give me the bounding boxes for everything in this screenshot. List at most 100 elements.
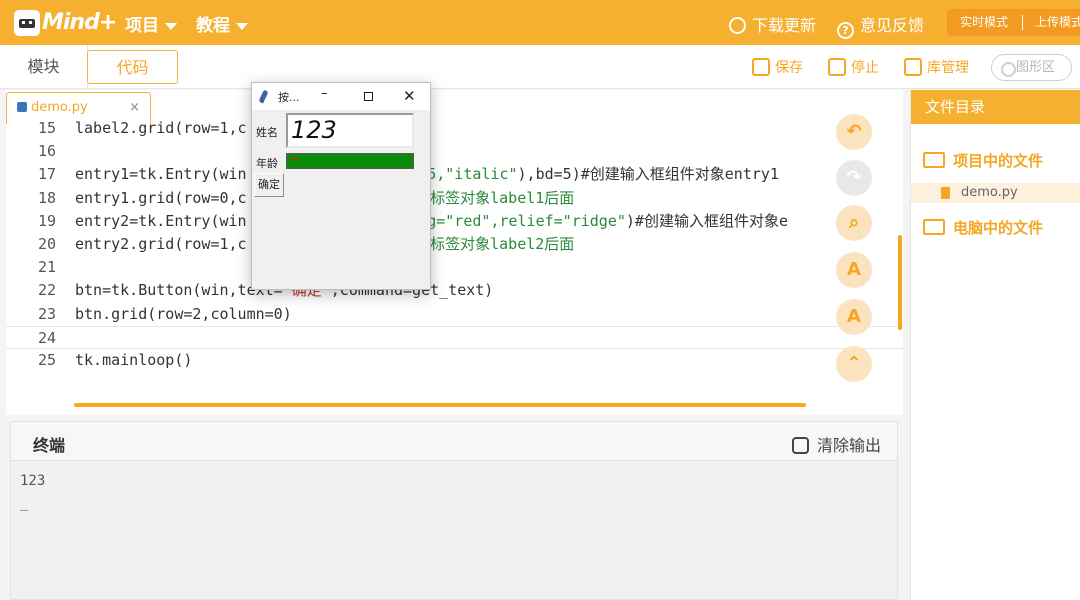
code-token: btn.grid(row=2,column=0) <box>75 304 292 323</box>
broom-icon <box>791 437 809 454</box>
tk-feather-icon <box>258 89 269 104</box>
code-token: ),bd=5)#创建输入框组件对象entry1 <box>517 165 779 184</box>
stop-label: 停止 <box>851 60 879 76</box>
tk-label-name: 姓名 <box>256 126 278 139</box>
clock-icon <box>729 17 746 34</box>
folder-icon <box>923 152 945 168</box>
caret-down-icon <box>236 22 248 30</box>
library-label: 库管理 <box>927 60 969 76</box>
sidebar-file-item[interactable]: demo.py <box>911 183 1080 203</box>
line-content: btn.grid(row=2,column=0) <box>75 303 292 326</box>
code-token: ",fg="red",relief="ridge" <box>400 211 626 230</box>
terminal-header: 终端 清除输出 <box>11 422 897 461</box>
line-number: 17 <box>37 165 56 184</box>
sidebar-title: 文件目录 <box>911 90 1080 124</box>
download-update-link[interactable]: 下载更新 <box>729 12 816 36</box>
mode-divider <box>1022 15 1023 30</box>
tk-confirm-button[interactable]: 确定 <box>254 173 284 197</box>
code-line[interactable]: 23 btn.grid(row=2,column=0) <box>6 303 903 326</box>
code-line[interactable]: 17 entry1=tk.Entry(win ",25,"italic"),bd=… <box>6 163 903 186</box>
tk-window[interactable]: 按... – ✕ 姓名 123 年龄 ** 确定 <box>251 82 431 290</box>
minimize-icon[interactable]: – <box>321 86 328 101</box>
file-sidebar: 文件目录 项目中的文件 demo.py 电脑中的文件 <box>910 90 1080 600</box>
code-token: label2.grid(row=1,c <box>75 119 247 137</box>
search-button[interactable]: ⌕ <box>836 205 872 241</box>
line-number: 22 <box>37 281 56 300</box>
font-decrease-button[interactable]: A <box>836 299 872 335</box>
app-logo[interactable]: Mind+ <box>14 6 117 40</box>
code-line[interactable]: 15 label2.grid(row=1,c <box>6 117 903 140</box>
tk-age-entry[interactable]: ** <box>286 153 414 169</box>
code-token: entry2.grid(row=1,c <box>75 234 247 253</box>
maximize-icon[interactable] <box>364 92 373 101</box>
line-content: entry2=tk.Entry(win ",fg="red",relief="r… <box>75 210 860 233</box>
graph-area-label: 图形区 <box>1016 60 1056 75</box>
code-lines: 15 label2.grid(row=1,c 16 17 entry1=tk.Entry… <box>6 117 903 372</box>
download-update-label: 下载更新 <box>752 16 817 35</box>
tk-name-entry[interactable]: 123 <box>286 113 414 148</box>
feedback-link[interactable]: ? 意见反馈 <box>837 12 924 39</box>
code-line[interactable]: 25 tk.mainloop() <box>6 349 903 372</box>
computer-files-section[interactable]: 电脑中的文件 <box>923 217 1043 238</box>
redo-button[interactable]: ↷ <box>836 160 872 196</box>
code-line[interactable]: 24 <box>6 325 903 349</box>
mode-switch: 实时模式 上传模式 <box>947 9 1080 36</box>
line-number: 18 <box>37 188 56 207</box>
tk-window-title: 按... <box>278 91 300 104</box>
code-line[interactable]: 18 entry1.grid(row=0,c 放在标签对象label1后面 <box>6 187 903 210</box>
save-button[interactable]: 保存 <box>752 57 803 77</box>
menu-project-label: 项目 <box>125 16 159 36</box>
code-line[interactable]: 19 entry2=tk.Entry(win ",fg="red",relief=… <box>6 210 903 233</box>
tab-code[interactable]: 代码 <box>87 50 178 84</box>
stop-icon <box>828 58 846 76</box>
code-token: entry1=tk.Entry(win <box>75 165 247 184</box>
upload-mode-button[interactable]: 上传模式 <box>1035 9 1080 36</box>
code-editor[interactable]: demo.py × 15 label2.grid(row=1,c 16 17 entry1… <box>6 90 903 415</box>
graph-area-button[interactable]: 图形区 <box>991 54 1072 81</box>
line-number: 24 <box>37 328 56 347</box>
project-files-section[interactable]: 项目中的文件 <box>923 150 1043 171</box>
code-line[interactable]: 21 <box>6 256 903 279</box>
undo-button[interactable]: ↶ <box>836 114 872 150</box>
line-number: 21 <box>37 258 56 277</box>
monitor-icon <box>923 219 945 235</box>
tab-bar: 模块 代码 保存 停止 库管理 图形区 <box>0 45 1080 89</box>
robot-icon <box>14 10 40 36</box>
font-increase-button[interactable]: A <box>836 252 872 288</box>
save-icon <box>752 58 770 76</box>
line-number: 20 <box>37 234 56 253</box>
line-content: label2.grid(row=1,c <box>75 117 247 140</box>
menu-project[interactable]: 项目 <box>125 11 177 36</box>
clear-output-button[interactable]: 清除输出 <box>791 432 881 456</box>
close-icon[interactable]: ✕ <box>403 87 416 105</box>
terminal-title: 终端 <box>33 436 66 455</box>
terminal-panel: 终端 清除输出 123 _ <box>10 421 898 600</box>
code-line[interactable]: 22 btn=tk.Button(win,text="确定",command=ge… <box>6 279 903 302</box>
feedback-label: 意见反馈 <box>860 16 925 35</box>
tab-blocks[interactable]: 模块 <box>0 45 88 88</box>
menu-tutorial[interactable]: 教程 <box>196 11 248 36</box>
file-icon <box>941 187 950 199</box>
menu-tutorial-label: 教程 <box>196 16 230 36</box>
stop-button[interactable]: 停止 <box>828 57 879 77</box>
scroll-top-button[interactable]: ⌃ <box>836 346 872 382</box>
terminal-output[interactable]: 123 _ <box>20 470 45 514</box>
line-number: 23 <box>37 304 56 323</box>
code-line[interactable]: 16 <box>6 140 903 163</box>
vertical-scrollbar[interactable] <box>898 235 902 330</box>
code-token: )#创建输入框组件对象e <box>625 211 788 230</box>
line-number: 15 <box>37 119 56 137</box>
horizontal-scrollbar[interactable] <box>74 403 806 407</box>
save-label: 保存 <box>775 60 803 76</box>
file-tab-label: demo.py <box>31 100 88 115</box>
python-file-icon <box>17 102 27 112</box>
line-number: 19 <box>37 211 56 230</box>
code-line[interactable]: 20 entry2.grid(row=1,c 放在标签对象label2后面 <box>6 233 903 256</box>
sidebar-file-label: demo.py <box>961 185 1018 200</box>
computer-files-label: 电脑中的文件 <box>953 219 1044 237</box>
library-button[interactable]: 库管理 <box>904 57 969 77</box>
top-bar: Mind+ 项目 教程 下载更新 ? 意见反馈 实时模式 上传模式 <box>0 0 1080 45</box>
realtime-mode-button[interactable]: 实时模式 <box>960 9 1008 36</box>
tk-titlebar[interactable]: 按... – ✕ <box>252 83 430 110</box>
